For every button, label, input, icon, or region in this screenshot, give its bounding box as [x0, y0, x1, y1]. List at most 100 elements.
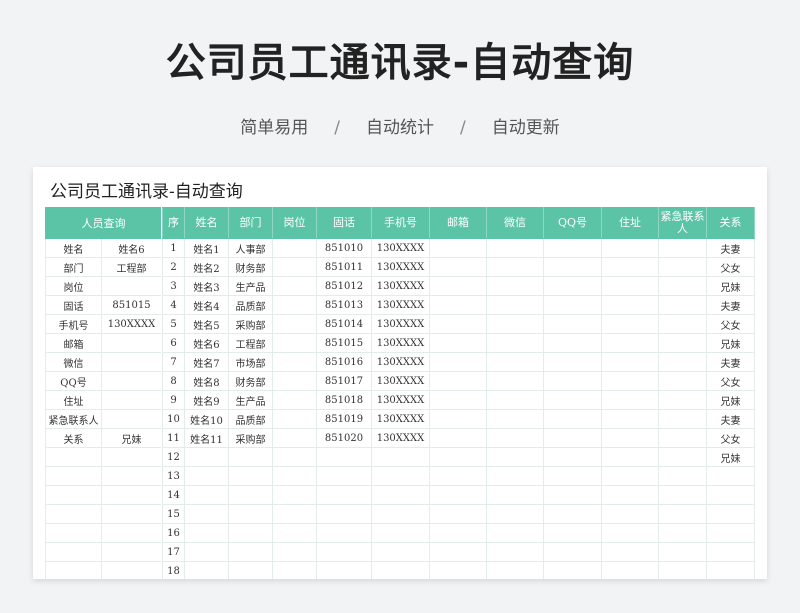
- table-cell[interactable]: [228, 466, 273, 486]
- table-cell[interactable]: [272, 523, 317, 543]
- table-cell[interactable]: 夫妻: [706, 409, 755, 429]
- table-cell[interactable]: [486, 485, 544, 505]
- table-cell[interactable]: 生产品: [228, 390, 273, 410]
- lookup-value[interactable]: 851015: [101, 295, 162, 315]
- table-cell[interactable]: [658, 276, 707, 296]
- table-cell[interactable]: 姓名10: [184, 409, 229, 429]
- table-cell[interactable]: [543, 276, 602, 296]
- table-cell[interactable]: 851013: [316, 295, 372, 315]
- table-cell[interactable]: [658, 466, 707, 486]
- table-cell[interactable]: [486, 523, 544, 543]
- table-cell[interactable]: [601, 447, 659, 467]
- table-cell[interactable]: 851014: [316, 314, 372, 334]
- table-cell[interactable]: [429, 466, 487, 486]
- table-cell[interactable]: 851012: [316, 276, 372, 296]
- table-cell[interactable]: 兄妹: [706, 276, 755, 296]
- table-cell[interactable]: 130XXXX: [371, 409, 430, 429]
- table-cell[interactable]: [272, 295, 317, 315]
- table-cell[interactable]: [658, 333, 707, 353]
- table-cell[interactable]: [316, 542, 372, 562]
- table-cell[interactable]: [272, 314, 317, 334]
- table-cell[interactable]: 采购部: [228, 428, 273, 448]
- table-cell[interactable]: [272, 333, 317, 353]
- table-cell[interactable]: [706, 504, 755, 524]
- table-cell[interactable]: 姓名11: [184, 428, 229, 448]
- table-cell[interactable]: [601, 257, 659, 277]
- table-cell[interactable]: [486, 409, 544, 429]
- table-cell[interactable]: [272, 409, 317, 429]
- table-cell[interactable]: [316, 504, 372, 524]
- table-cell[interactable]: [486, 561, 544, 579]
- table-cell[interactable]: [272, 542, 317, 562]
- lookup-value[interactable]: [101, 523, 162, 543]
- table-cell[interactable]: [371, 447, 430, 467]
- table-cell[interactable]: [658, 257, 707, 277]
- table-cell[interactable]: [486, 390, 544, 410]
- lookup-value[interactable]: 兄妹: [101, 428, 162, 448]
- table-cell[interactable]: [601, 333, 659, 353]
- table-cell[interactable]: [486, 276, 544, 296]
- table-cell[interactable]: [601, 428, 659, 448]
- table-cell[interactable]: [486, 371, 544, 391]
- table-cell[interactable]: [228, 561, 273, 579]
- table-cell[interactable]: 父女: [706, 428, 755, 448]
- table-cell[interactable]: [601, 504, 659, 524]
- table-cell[interactable]: [486, 352, 544, 372]
- table-cell[interactable]: 851019: [316, 409, 372, 429]
- table-cell[interactable]: 采购部: [228, 314, 273, 334]
- table-cell[interactable]: [316, 523, 372, 543]
- table-cell[interactable]: [601, 485, 659, 505]
- table-cell[interactable]: 130XXXX: [371, 314, 430, 334]
- table-cell[interactable]: 130XXXX: [371, 352, 430, 372]
- table-cell[interactable]: [543, 238, 602, 258]
- table-cell[interactable]: [706, 561, 755, 579]
- table-cell[interactable]: 品质部: [228, 295, 273, 315]
- table-cell[interactable]: [429, 504, 487, 524]
- lookup-value[interactable]: [101, 333, 162, 353]
- table-cell[interactable]: [543, 485, 602, 505]
- table-cell[interactable]: 夫妻: [706, 238, 755, 258]
- table-cell[interactable]: [371, 504, 430, 524]
- table-cell[interactable]: [543, 314, 602, 334]
- lookup-value[interactable]: [101, 561, 162, 579]
- table-cell[interactable]: [486, 428, 544, 448]
- table-cell[interactable]: 姓名2: [184, 257, 229, 277]
- table-cell[interactable]: 父女: [706, 371, 755, 391]
- table-cell[interactable]: [429, 561, 487, 579]
- lookup-value[interactable]: [101, 409, 162, 429]
- table-cell[interactable]: [658, 523, 707, 543]
- table-cell[interactable]: [371, 485, 430, 505]
- table-cell[interactable]: [658, 485, 707, 505]
- table-cell[interactable]: [658, 314, 707, 334]
- table-cell[interactable]: [658, 504, 707, 524]
- table-cell[interactable]: [272, 485, 317, 505]
- table-cell[interactable]: [429, 352, 487, 372]
- table-cell[interactable]: 姓名3: [184, 276, 229, 296]
- table-cell[interactable]: [272, 447, 317, 467]
- table-cell[interactable]: 851020: [316, 428, 372, 448]
- table-cell[interactable]: 姓名4: [184, 295, 229, 315]
- table-cell[interactable]: [184, 485, 229, 505]
- table-cell[interactable]: 兄妹: [706, 390, 755, 410]
- table-cell[interactable]: 851018: [316, 390, 372, 410]
- table-cell[interactable]: [429, 314, 487, 334]
- lookup-value[interactable]: 130XXXX: [101, 314, 162, 334]
- table-cell[interactable]: [371, 466, 430, 486]
- table-cell[interactable]: 130XXXX: [371, 390, 430, 410]
- table-cell[interactable]: 130XXXX: [371, 257, 430, 277]
- table-cell[interactable]: [658, 352, 707, 372]
- table-cell[interactable]: [272, 371, 317, 391]
- table-cell[interactable]: [543, 428, 602, 448]
- table-cell[interactable]: [601, 371, 659, 391]
- table-cell[interactable]: [429, 371, 487, 391]
- table-cell[interactable]: [658, 447, 707, 467]
- lookup-value[interactable]: [101, 466, 162, 486]
- lookup-value[interactable]: 工程部: [101, 257, 162, 277]
- table-cell[interactable]: [184, 561, 229, 579]
- table-cell[interactable]: [543, 352, 602, 372]
- table-cell[interactable]: [601, 466, 659, 486]
- table-cell[interactable]: 财务部: [228, 257, 273, 277]
- table-cell[interactable]: [228, 523, 273, 543]
- table-cell[interactable]: [601, 409, 659, 429]
- table-cell[interactable]: [486, 447, 544, 467]
